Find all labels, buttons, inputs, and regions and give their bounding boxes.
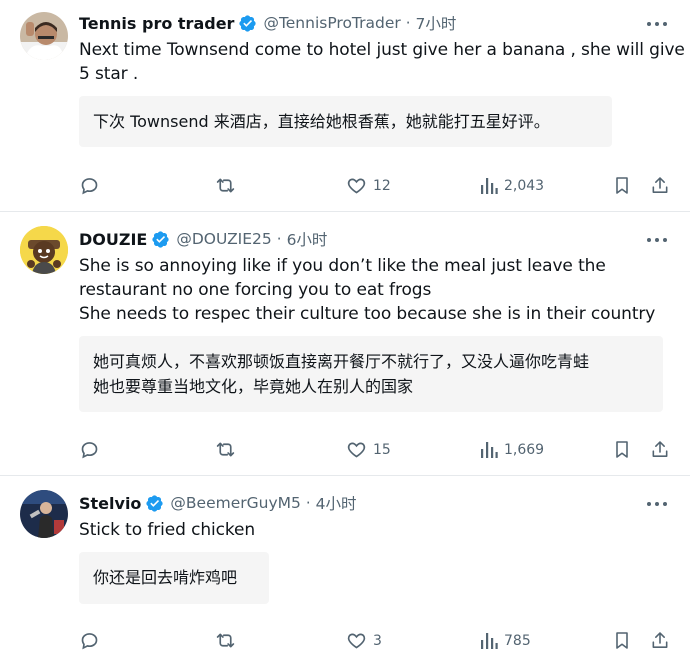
verified-badge-icon	[151, 230, 170, 249]
tweet-text: She is so annoying like if you don’t lik…	[79, 254, 674, 326]
translation-line: 她也要尊重当地文化，毕竟她人在别人的国家	[93, 377, 414, 396]
more-options-icon[interactable]	[647, 500, 667, 508]
reply-icon	[81, 442, 98, 459]
like-button[interactable]: 15	[346, 439, 391, 460]
bookmark-icon	[616, 441, 628, 458]
text-line: Next time Townsend come to hotel just gi…	[79, 40, 685, 60]
translation-line: 下次 Townsend 来酒店，直接给她根香蕉，她就能打五星好评。	[93, 112, 550, 131]
tweet-header: DOUZIE @DOUZIE25 · 6小时	[79, 227, 327, 251]
user-handle[interactable]: @TennisProTrader	[263, 14, 400, 32]
views-icon	[481, 178, 498, 194]
separator-dot: ·	[305, 494, 311, 512]
display-name[interactable]: Stelvio	[79, 494, 141, 513]
share-button[interactable]	[650, 439, 670, 460]
views-button[interactable]: 1,669	[480, 439, 544, 460]
bookmark-button[interactable]	[612, 439, 632, 460]
share-button[interactable]	[650, 630, 670, 651]
view-count: 785	[504, 632, 531, 649]
tweet-text: Stick to fried chicken	[79, 518, 674, 542]
views-button[interactable]: 785	[480, 630, 531, 651]
tweet-2: DOUZIE @DOUZIE25 · 6小时 She is so annoyin…	[0, 212, 690, 474]
reply-icon	[81, 633, 98, 650]
reply-button[interactable]	[79, 630, 100, 651]
like-button[interactable]: 12	[346, 175, 391, 196]
timestamp[interactable]: 7小时	[416, 12, 457, 34]
translation-box: 她可真烦人，不喜欢那顿饭直接离开餐厅不就行了，又没人逼你吃青蛙 她也要尊重当地文…	[79, 336, 663, 412]
reply-button[interactable]	[79, 175, 100, 196]
like-count: 12	[373, 177, 391, 194]
like-icon	[347, 633, 366, 649]
bookmark-icon	[616, 177, 628, 194]
verified-badge-icon	[145, 494, 164, 513]
retweet-icon	[216, 633, 235, 648]
share-icon	[652, 441, 668, 457]
user-handle[interactable]: @DOUZIE25	[176, 230, 271, 248]
avatar[interactable]	[20, 490, 68, 538]
tweet-1: Tennis pro trader @TennisProTrader · 7小时…	[0, 0, 690, 210]
more-options-icon[interactable]	[647, 236, 667, 244]
retweet-button[interactable]	[215, 439, 236, 460]
views-icon	[481, 633, 498, 649]
reply-icon	[81, 178, 98, 195]
display-name[interactable]: Tennis pro trader	[79, 14, 234, 33]
more-options-icon[interactable]	[647, 20, 667, 28]
user-handle[interactable]: @BeemerGuyM5	[170, 494, 300, 512]
verified-badge-icon	[238, 14, 257, 33]
text-line: She is so annoying like if you don’t lik…	[79, 256, 606, 276]
translation-line: 她可真烦人，不喜欢那顿饭直接离开餐厅不就行了，又没人逼你吃青蛙	[93, 352, 590, 371]
tweet-3: Stelvio @BeemerGuyM5 · 4小时 Stick to frie…	[0, 476, 690, 655]
retweet-button[interactable]	[215, 175, 236, 196]
bookmark-button[interactable]	[612, 630, 632, 651]
translation-box: 下次 Townsend 来酒店，直接给她根香蕉，她就能打五星好评。	[79, 96, 612, 147]
share-icon	[652, 177, 668, 193]
text-line: restaurant no one forcing you to eat fro…	[79, 280, 432, 300]
view-count: 2,043	[504, 177, 545, 194]
text-line: 5 star .	[79, 64, 139, 84]
translation-line: 你还是回去啃炸鸡吧	[93, 568, 238, 587]
like-button[interactable]: 3	[346, 630, 382, 651]
retweet-icon	[216, 178, 235, 193]
share-icon	[652, 632, 668, 648]
like-count: 3	[373, 632, 382, 649]
tweet-header: Tennis pro trader @TennisProTrader · 7小时	[79, 11, 456, 35]
retweet-icon	[216, 442, 235, 457]
tweet-header: Stelvio @BeemerGuyM5 · 4小时	[79, 491, 357, 515]
views-icon	[481, 442, 498, 458]
views-button[interactable]: 2,043	[480, 175, 544, 196]
tweet-text: Next time Townsend come to hotel just gi…	[79, 38, 685, 86]
retweet-button[interactable]	[215, 630, 236, 651]
like-icon	[347, 442, 366, 458]
translation-box: 你还是回去啃炸鸡吧	[79, 552, 269, 604]
separator-dot: ·	[276, 230, 282, 248]
bookmark-button[interactable]	[612, 175, 632, 196]
reply-button[interactable]	[79, 439, 100, 460]
like-count: 15	[373, 441, 391, 458]
display-name[interactable]: DOUZIE	[79, 230, 147, 249]
timestamp[interactable]: 4小时	[316, 492, 357, 514]
separator-dot: ·	[405, 14, 411, 32]
view-count: 1,669	[504, 441, 545, 458]
text-line: Stick to fried chicken	[79, 520, 256, 540]
like-icon	[347, 178, 366, 194]
text-line: She needs to respec their culture too be…	[79, 304, 656, 324]
bookmark-icon	[616, 632, 628, 649]
avatar[interactable]	[20, 226, 68, 274]
share-button[interactable]	[650, 175, 670, 196]
avatar[interactable]	[20, 12, 68, 60]
timestamp[interactable]: 6小时	[287, 228, 328, 250]
